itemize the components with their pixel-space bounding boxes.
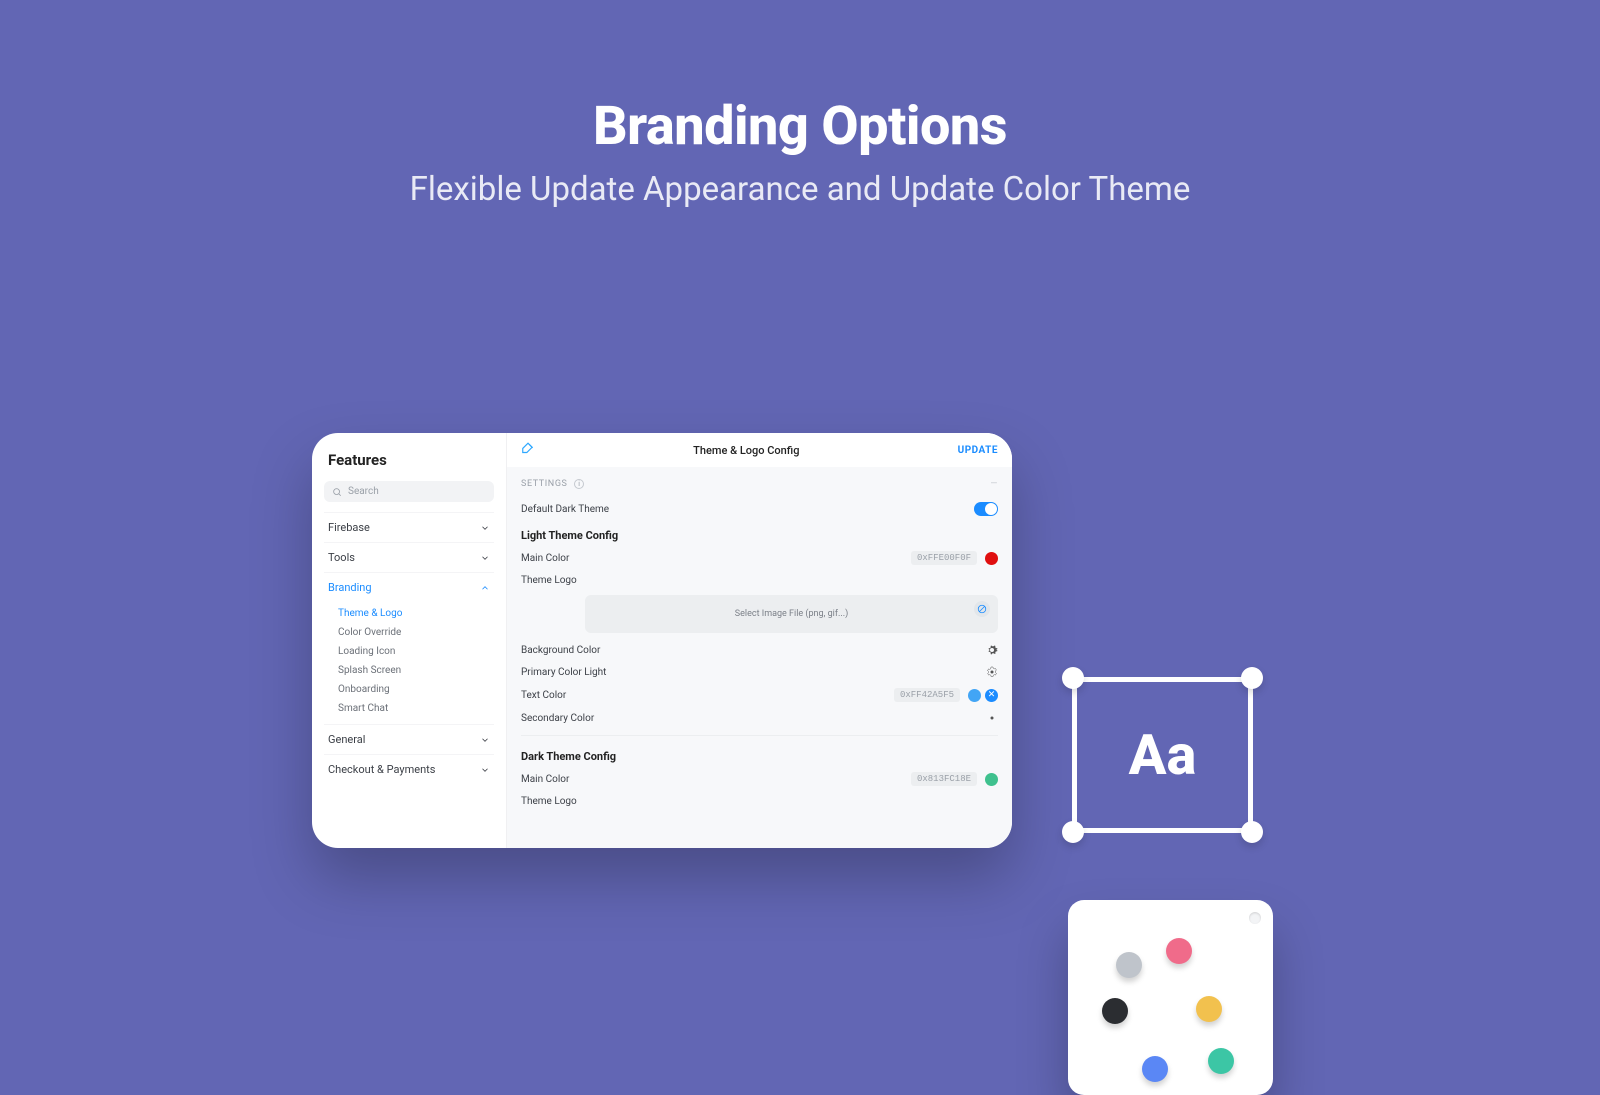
sidebar: Features Search Firebase Tools Branding … — [312, 433, 507, 848]
nav-label: Firebase — [328, 521, 370, 534]
clear-icon[interactable]: ✕ — [985, 689, 998, 702]
row-label: Primary Color Light — [521, 667, 606, 678]
chevron-up-icon — [480, 583, 490, 593]
typography-icon: Aa — [1060, 665, 1265, 845]
gear-icon[interactable] — [986, 666, 998, 678]
search-icon — [332, 487, 342, 497]
sidebar-item-loading-icon[interactable]: Loading Icon — [338, 642, 494, 661]
nav-group-tools[interactable]: Tools — [324, 542, 494, 572]
row-secondary: Secondary Color — [521, 707, 998, 729]
content-title: Theme & Logo Config — [693, 444, 799, 457]
palette-widget — [1068, 900, 1273, 1095]
sidebar-item-theme-logo[interactable]: Theme & Logo — [338, 604, 494, 623]
nav-label: General — [328, 733, 365, 746]
palette-dot — [1208, 1048, 1234, 1074]
page-subtitle: Flexible Update Appearance and Update Co… — [0, 170, 1600, 209]
hex-value[interactable]: 0x813FC18E — [911, 772, 977, 786]
palette-knob — [1249, 912, 1261, 924]
section-settings-header: SETTINGS i — — [521, 477, 998, 497]
nav-label: Checkout & Payments — [328, 763, 435, 776]
chevron-down-icon — [480, 523, 490, 533]
collapse-icon[interactable]: — — [990, 479, 998, 489]
dark-theme-title: Dark Theme Config — [521, 742, 998, 767]
page-title: Branding Options — [0, 95, 1600, 158]
gear-icon[interactable] — [986, 644, 998, 656]
row-dark-main-color: Main Color 0x813FC18E — [521, 767, 998, 791]
typography-widget: Aa — [1060, 665, 1265, 845]
row-text-color: Text Color 0xFF42A5F5 ✕ — [521, 683, 998, 707]
color-swatch[interactable] — [985, 773, 998, 786]
hex-value[interactable]: 0xFFE00F0F — [911, 551, 977, 565]
search-input[interactable]: Search — [324, 481, 494, 502]
nav-group-checkout[interactable]: Checkout & Payments — [324, 754, 494, 784]
palette-dot — [1142, 1056, 1168, 1082]
dark-theme-toggle[interactable] — [974, 502, 998, 516]
nav-group-general[interactable]: General — [324, 724, 494, 754]
row-label: Text Color — [521, 690, 566, 701]
chevron-down-icon — [480, 765, 490, 775]
row-default-dark: Default Dark Theme — [521, 497, 998, 521]
settings-label: SETTINGS — [521, 479, 568, 489]
nav-label: Tools — [328, 551, 355, 564]
file-picker[interactable]: Select Image File (png, gif...) — [585, 595, 998, 633]
palette-dot — [1166, 938, 1192, 964]
row-background: Background Color — [521, 639, 998, 661]
row-label: Secondary Color — [521, 713, 594, 724]
row-dark-theme-logo: Theme Logo — [521, 791, 998, 812]
update-button[interactable]: UPDATE — [958, 445, 998, 456]
row-theme-logo: Theme Logo — [521, 570, 998, 591]
nav-group-firebase[interactable]: Firebase — [324, 512, 494, 542]
light-theme-title: Light Theme Config — [521, 521, 998, 546]
row-primary-light: Primary Color Light — [521, 661, 998, 683]
row-label: Theme Logo — [521, 575, 577, 586]
info-icon[interactable]: i — [574, 479, 584, 489]
row-label: Background Color — [521, 645, 600, 656]
chevron-down-icon — [480, 735, 490, 745]
row-label: Theme Logo — [521, 796, 577, 807]
sidebar-item-onboarding[interactable]: Onboarding — [338, 680, 494, 699]
content-topbar: Theme & Logo Config UPDATE — [507, 433, 1012, 467]
color-swatch[interactable] — [985, 552, 998, 565]
divider — [521, 735, 998, 736]
sidebar-item-smart-chat[interactable]: Smart Chat — [338, 699, 494, 718]
block-icon — [974, 601, 990, 617]
paint-icon — [521, 442, 535, 459]
palette-dot — [1196, 996, 1222, 1022]
gear-icon[interactable] — [986, 712, 998, 724]
hex-value[interactable]: 0xFF42A5F5 — [894, 688, 960, 702]
content-pane: Theme & Logo Config UPDATE SETTINGS i — … — [507, 433, 1012, 848]
row-label: Main Color — [521, 774, 569, 785]
row-label: Main Color — [521, 553, 569, 564]
color-swatch[interactable] — [968, 689, 981, 702]
sidebar-item-splash[interactable]: Splash Screen — [338, 661, 494, 680]
nav-label: Branding — [328, 581, 372, 594]
nav-group-branding[interactable]: Branding — [324, 572, 494, 602]
sidebar-item-color-override[interactable]: Color Override — [338, 623, 494, 642]
branding-submenu: Theme & Logo Color Override Loading Icon… — [324, 602, 494, 724]
admin-panel: Features Search Firebase Tools Branding … — [312, 433, 1012, 848]
search-placeholder: Search — [348, 486, 379, 497]
sidebar-title: Features — [324, 447, 494, 473]
palette-dot — [1116, 952, 1142, 978]
palette-dot — [1102, 998, 1128, 1024]
chevron-down-icon — [480, 553, 490, 563]
row-light-main-color: Main Color 0xFFE00F0F — [521, 546, 998, 570]
file-hint: Select Image File (png, gif...) — [735, 609, 848, 619]
row-label: Default Dark Theme — [521, 504, 609, 515]
